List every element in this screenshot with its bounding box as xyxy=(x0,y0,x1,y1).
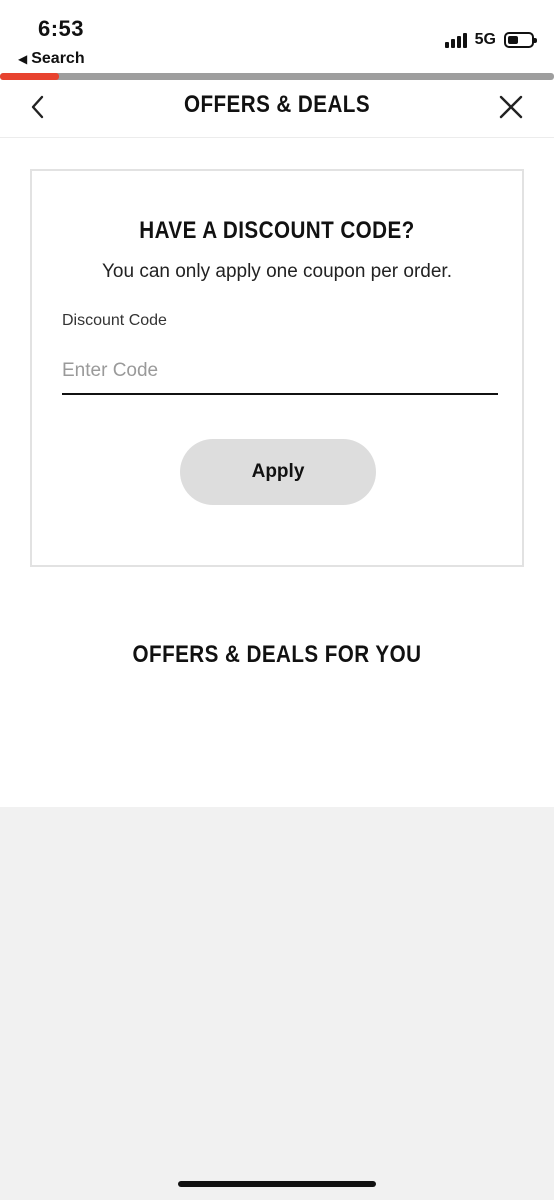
page-progress-bar xyxy=(0,73,554,80)
back-triangle-icon: ◀ xyxy=(18,52,28,66)
discount-card-subtitle: You can only apply one coupon per order. xyxy=(101,261,452,282)
discount-card-title: HAVE A DISCOUNT CODE? xyxy=(139,217,415,244)
status-indicators: 5G xyxy=(444,31,537,49)
back-to-search-label: Search xyxy=(31,50,85,67)
discount-code-label: Discount Code xyxy=(62,312,167,329)
close-icon[interactable] xyxy=(496,92,526,122)
discount-code-card: HAVE A DISCOUNT CODE? You can only apply… xyxy=(30,169,524,567)
status-bar: 6:53 ◀ Search 5G xyxy=(0,0,554,74)
offers-list-area xyxy=(0,807,554,1200)
battery-icon xyxy=(504,32,537,48)
offers-section-title: OFFERS & DEALS FOR YOU xyxy=(132,641,422,668)
network-type: 5G xyxy=(474,31,496,48)
offers-deals-screen: 6:53 ◀ Search 5G OFFERS & DEALS HAVE A D… xyxy=(0,0,554,1200)
page-progress-fill xyxy=(0,73,60,80)
cellular-signal-icon xyxy=(444,32,467,48)
back-to-search-link[interactable]: ◀ Search xyxy=(18,50,85,68)
apply-button[interactable]: Apply xyxy=(180,439,376,505)
status-time: 6:53 xyxy=(38,16,85,41)
page-title: OFFERS & DEALS xyxy=(183,91,371,118)
discount-code-input[interactable] xyxy=(62,349,498,395)
home-indicator[interactable] xyxy=(178,1181,376,1187)
header: OFFERS & DEALS xyxy=(0,80,554,138)
